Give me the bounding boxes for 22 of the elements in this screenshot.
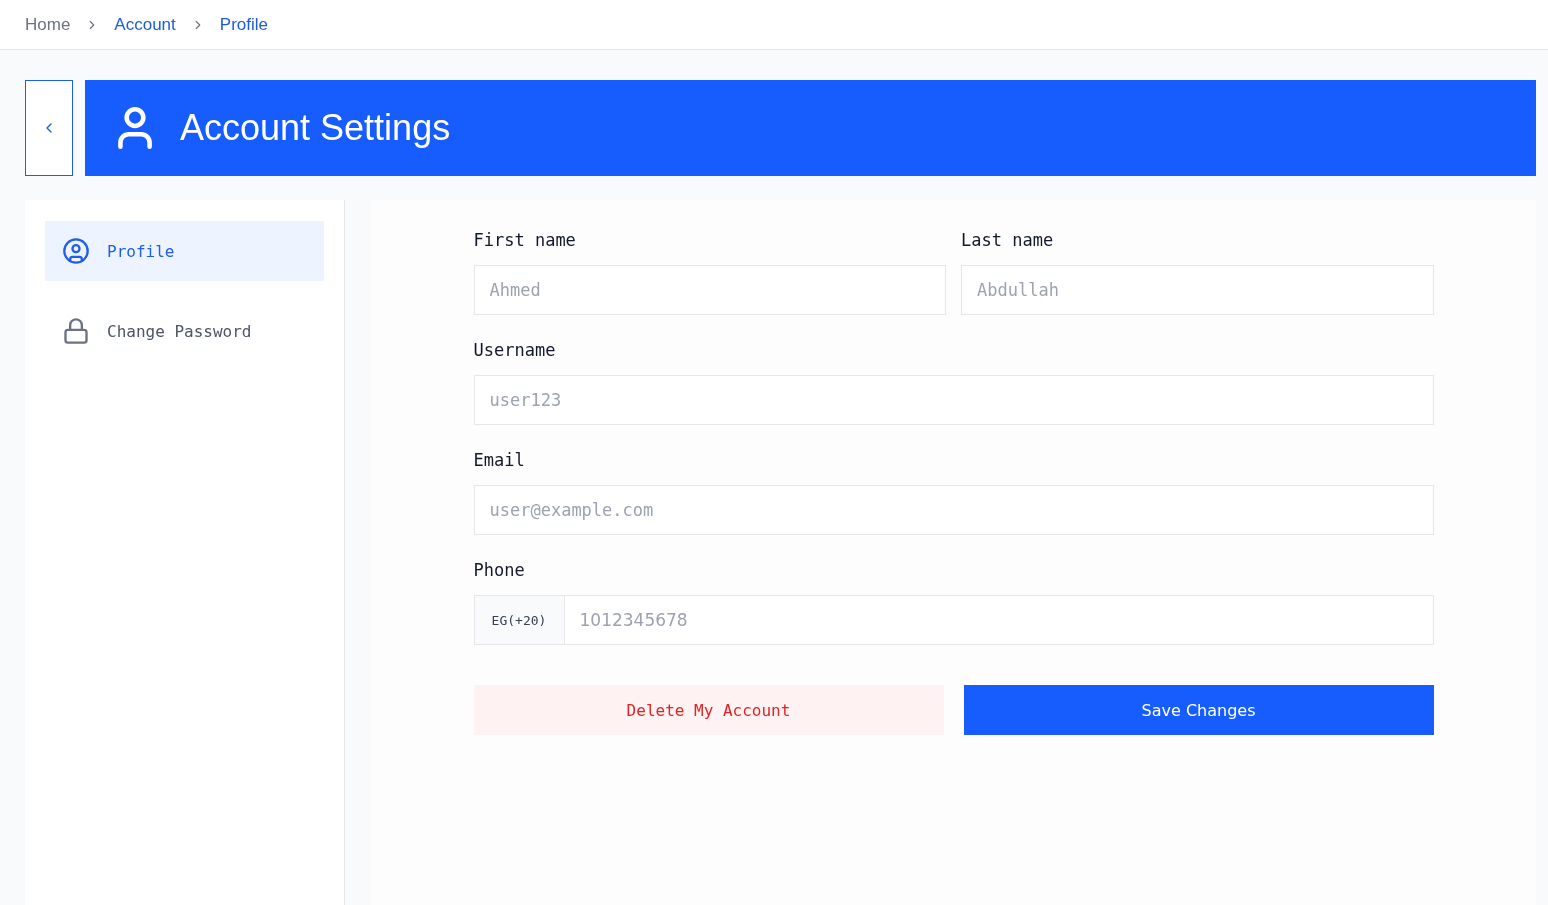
input-field[interactable]: user@example.com — [473, 485, 1434, 535]
field-label: Username — [473, 339, 556, 362]
breadcrumb-link[interactable]: Profile — [219, 14, 268, 35]
field-label: Email — [473, 449, 525, 472]
page-title: Account Settings — [180, 107, 451, 149]
input-field[interactable]: Ahmed — [473, 265, 946, 315]
phone-input-field[interactable]: 1012345678 — [563, 595, 1434, 645]
user-circle-icon — [62, 237, 90, 265]
input-field[interactable]: user123 — [473, 375, 1434, 425]
field-label: Phone — [473, 559, 525, 582]
delete-account-button[interactable]: Delete My Account — [473, 685, 944, 735]
input-field[interactable]: Abdullah — [961, 265, 1434, 315]
sidebar-item[interactable]: Profile — [45, 221, 324, 281]
breadcrumb-link[interactable]: Account — [114, 14, 176, 35]
sidebar-item[interactable]: Change Password — [45, 301, 324, 361]
back-button[interactable] — [25, 80, 73, 176]
breadcrumb-link[interactable]: Home — [25, 14, 71, 35]
lock-icon — [62, 317, 90, 345]
field-label: First name — [473, 229, 576, 252]
country-code-prefix: EG(+20) — [473, 595, 564, 645]
field-label: Last name — [961, 229, 1054, 252]
save-button[interactable]: Save Changes — [963, 685, 1434, 735]
